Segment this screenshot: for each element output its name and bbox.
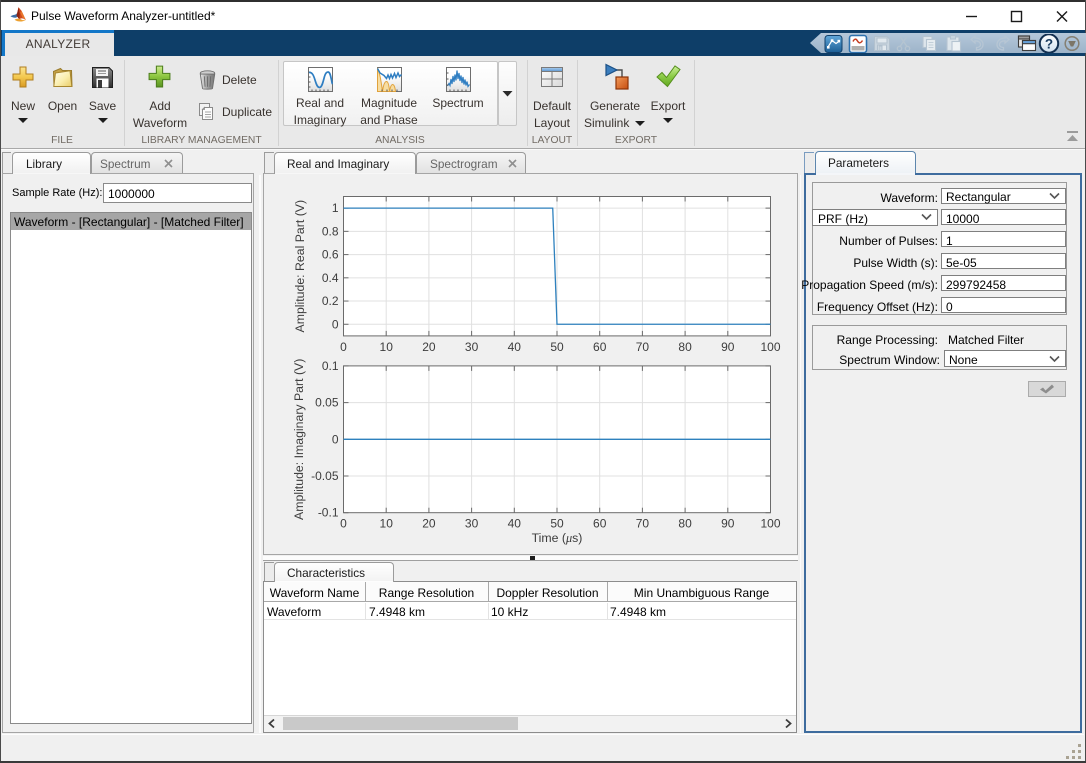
svg-text:30: 30 [465, 517, 479, 531]
svg-text:0.2: 0.2 [322, 294, 339, 308]
svg-text:-0.1: -0.1 [318, 506, 339, 520]
svg-text:80: 80 [678, 517, 692, 531]
svg-text:90: 90 [721, 340, 735, 354]
svg-text:0.1: 0.1 [322, 359, 339, 373]
svg-text:0.4: 0.4 [322, 271, 339, 285]
svg-text:-0.05: -0.05 [311, 469, 339, 483]
svg-text:90: 90 [721, 517, 735, 531]
svg-text:0: 0 [332, 432, 339, 446]
svg-text:1: 1 [332, 201, 339, 215]
svg-text:0.8: 0.8 [322, 224, 339, 238]
svg-text:40: 40 [508, 340, 522, 354]
svg-text:0: 0 [332, 317, 339, 331]
svg-text:?: ? [1045, 37, 1053, 52]
svg-text:70: 70 [636, 517, 650, 531]
svg-text:40: 40 [508, 517, 522, 531]
svg-text:10: 10 [380, 517, 394, 531]
svg-text:Time (μs): Time (μs) [532, 531, 583, 545]
svg-text:Amplitude: Real Part (V): Amplitude: Real Part (V) [293, 200, 307, 333]
svg-text:80: 80 [678, 340, 692, 354]
svg-text:70: 70 [636, 340, 650, 354]
svg-text:100: 100 [760, 517, 780, 531]
svg-text:0.6: 0.6 [322, 248, 339, 262]
svg-text:50: 50 [550, 340, 564, 354]
svg-text:0.05: 0.05 [315, 396, 339, 410]
svg-text:60: 60 [593, 517, 607, 531]
svg-text:0: 0 [340, 517, 347, 531]
svg-text:30: 30 [465, 340, 479, 354]
svg-text:Amplitude: Imaginary Part (V): Amplitude: Imaginary Part (V) [292, 359, 306, 520]
svg-text:0: 0 [340, 340, 347, 354]
svg-text:10: 10 [380, 340, 394, 354]
svg-text:20: 20 [422, 340, 436, 354]
svg-text:20: 20 [422, 517, 436, 531]
svg-text:50: 50 [550, 517, 564, 531]
svg-text:60: 60 [593, 340, 607, 354]
